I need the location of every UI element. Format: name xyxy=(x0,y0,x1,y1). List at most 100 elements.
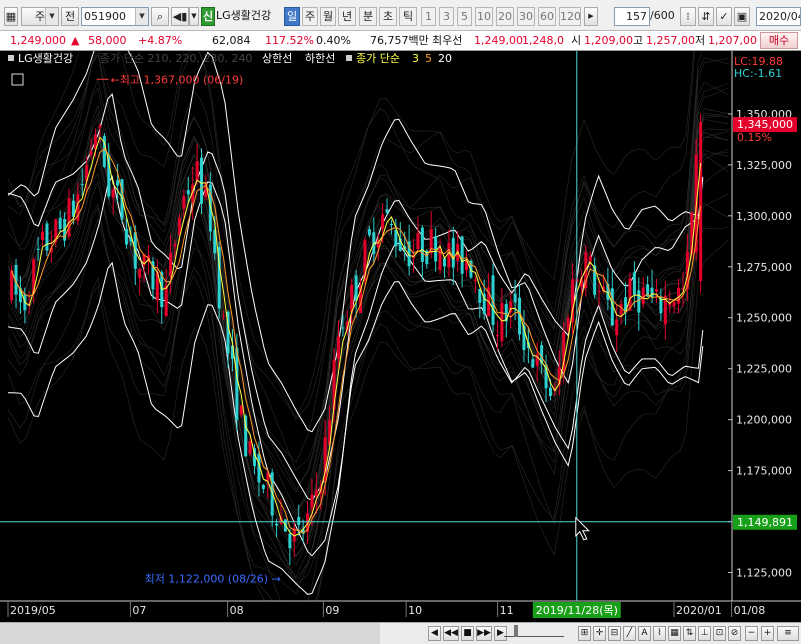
legend-lower-limit: 하한선 xyxy=(305,51,335,65)
candle-down xyxy=(632,272,636,295)
candle-down xyxy=(80,184,84,186)
prev-button[interactable]: 전 xyxy=(61,7,79,26)
candle-down xyxy=(389,223,393,225)
stop-button[interactable]: ■ xyxy=(461,626,474,641)
background-web-line xyxy=(7,135,729,585)
ma5-line xyxy=(11,148,702,534)
save-icon[interactable]: ▣ xyxy=(734,7,750,26)
chart-settings-icon[interactable]: ⁝ xyxy=(680,7,696,26)
scroll-track[interactable] xyxy=(0,623,380,644)
text-icon[interactable]: A xyxy=(638,626,651,641)
sin-button[interactable]: 신 xyxy=(201,7,215,26)
zoom-in-icon[interactable]: ⊞ xyxy=(578,626,591,641)
candle-up xyxy=(381,214,385,229)
change-amount: 58,000 xyxy=(88,34,127,47)
candle-up xyxy=(98,125,102,128)
last-rate-label: 0.15% xyxy=(737,131,772,144)
candle-down xyxy=(367,229,371,236)
menu-icon[interactable]: ▦ xyxy=(4,7,18,26)
candle-up xyxy=(314,490,318,497)
grid-icon[interactable]: ▦ xyxy=(668,626,681,641)
scroll-left-button[interactable]: ◀ xyxy=(428,626,441,641)
candle-down xyxy=(420,227,424,262)
num-button-20[interactable]: 20 xyxy=(496,7,514,26)
legend-ma20: 20 xyxy=(438,52,452,65)
candle-down xyxy=(460,236,464,274)
y-tick-label: 1,200,000 xyxy=(736,414,792,427)
candle-up xyxy=(10,270,14,300)
minus-icon[interactable]: − xyxy=(745,626,758,641)
candle-down xyxy=(548,387,552,396)
fit-icon[interactable]: ⊡ xyxy=(713,626,726,641)
x-tick-label: 01/08 xyxy=(734,604,766,617)
y-tick-label: 1,225,000 xyxy=(736,363,792,376)
volume: 62,084 xyxy=(212,34,251,47)
date-input[interactable]: 2020/04 xyxy=(756,7,801,26)
trade-amount: 76,757백만 xyxy=(370,34,429,47)
num-button-3[interactable]: 3 xyxy=(439,7,454,26)
scroll-start-button[interactable]: ◀◀ xyxy=(443,626,459,641)
candle-down xyxy=(36,248,40,251)
low-label: 저 xyxy=(695,34,706,47)
x-tick-label: 10 xyxy=(408,604,422,617)
candle-up xyxy=(416,233,420,250)
candle-up xyxy=(336,336,340,359)
count-total: /600 xyxy=(650,9,675,22)
candle-down xyxy=(385,209,389,213)
count-input[interactable]: 157 xyxy=(614,7,650,26)
tab-month[interactable]: 월 xyxy=(320,7,336,26)
sync-icon[interactable]: ⇵ xyxy=(698,7,714,26)
buy-button[interactable]: 매수 xyxy=(760,32,798,49)
tab-tick[interactable]: 틱 xyxy=(399,7,417,26)
chart-area[interactable]: 1,350,000 1,325,000 1,300,000 1,275,000 1,25… xyxy=(0,51,801,622)
candle-down xyxy=(513,293,517,303)
num-button-1[interactable]: 1 xyxy=(421,7,436,26)
trend-icon[interactable]: ⌇ xyxy=(653,626,666,641)
candle-up xyxy=(699,122,703,282)
candle-down xyxy=(531,359,535,368)
draw-icon[interactable]: ╱ xyxy=(623,626,636,641)
scroll-end-button[interactable]: ▶▶ xyxy=(476,626,492,641)
check-icon[interactable]: ✓ xyxy=(716,7,732,26)
tab-year[interactable]: 년 xyxy=(338,7,356,26)
search-icon[interactable]: ⌕ xyxy=(151,7,169,26)
num-button-30[interactable]: 30 xyxy=(517,7,535,26)
candle-up xyxy=(41,231,45,240)
zoom-out-icon[interactable]: ⊟ xyxy=(608,626,621,641)
chevron-right-icon[interactable]: ▶ xyxy=(584,7,598,26)
speaker-icon[interactable]: ◀▮ xyxy=(171,7,189,26)
background-web-line xyxy=(7,118,729,538)
speaker-dropdown-icon[interactable]: ▼ xyxy=(189,7,199,26)
ruler-icon[interactable]: ⊥ xyxy=(698,626,711,641)
tab-second[interactable]: 초 xyxy=(379,7,397,26)
chart-window: ▦ 주 ▼ 전 051900 ▼ ⌕ ◀▮ ▼ 신 LG생활건강 일 주 월 년 분… xyxy=(0,0,801,644)
candle-down xyxy=(200,157,204,204)
candle-up xyxy=(615,320,619,336)
zoom-slider[interactable] xyxy=(504,625,564,637)
market-select[interactable]: 주 ▼ xyxy=(21,7,59,26)
num-button-10[interactable]: 10 xyxy=(475,7,493,26)
num-button-120[interactable]: 120 xyxy=(559,7,581,26)
num-button-5[interactable]: 5 xyxy=(457,7,472,26)
no-entry-icon[interactable]: ⊘ xyxy=(728,626,741,641)
plus-icon[interactable]: + xyxy=(761,626,774,641)
open-price: 1,209,00 xyxy=(584,34,633,47)
tab-week[interactable]: 주 xyxy=(302,7,318,26)
code-input[interactable]: 051900 ▼ xyxy=(81,7,149,26)
candle-down xyxy=(442,258,446,267)
candle-up xyxy=(588,256,592,262)
scale-icon[interactable]: ⇅ xyxy=(683,626,696,641)
menu-list-icon[interactable]: ≡ xyxy=(777,626,799,641)
zoom-slider-thumb[interactable] xyxy=(514,625,518,637)
tab-day[interactable]: 일 xyxy=(284,7,300,26)
num-button-60[interactable]: 60 xyxy=(538,7,556,26)
price-chart[interactable]: 1,350,0001,325,0001,300,0001,275,0001,25… xyxy=(0,51,801,622)
change-rate: +4.87% xyxy=(138,34,183,47)
candle-up xyxy=(654,289,658,292)
up-arrow-icon: ▲ xyxy=(71,34,80,47)
cross-icon[interactable]: ✛ xyxy=(593,626,606,641)
tab-minute[interactable]: 분 xyxy=(359,7,377,26)
hc-indicator: HC:-1.61 xyxy=(734,67,782,80)
open-label: 시 xyxy=(571,34,582,47)
candle-up xyxy=(164,285,168,317)
